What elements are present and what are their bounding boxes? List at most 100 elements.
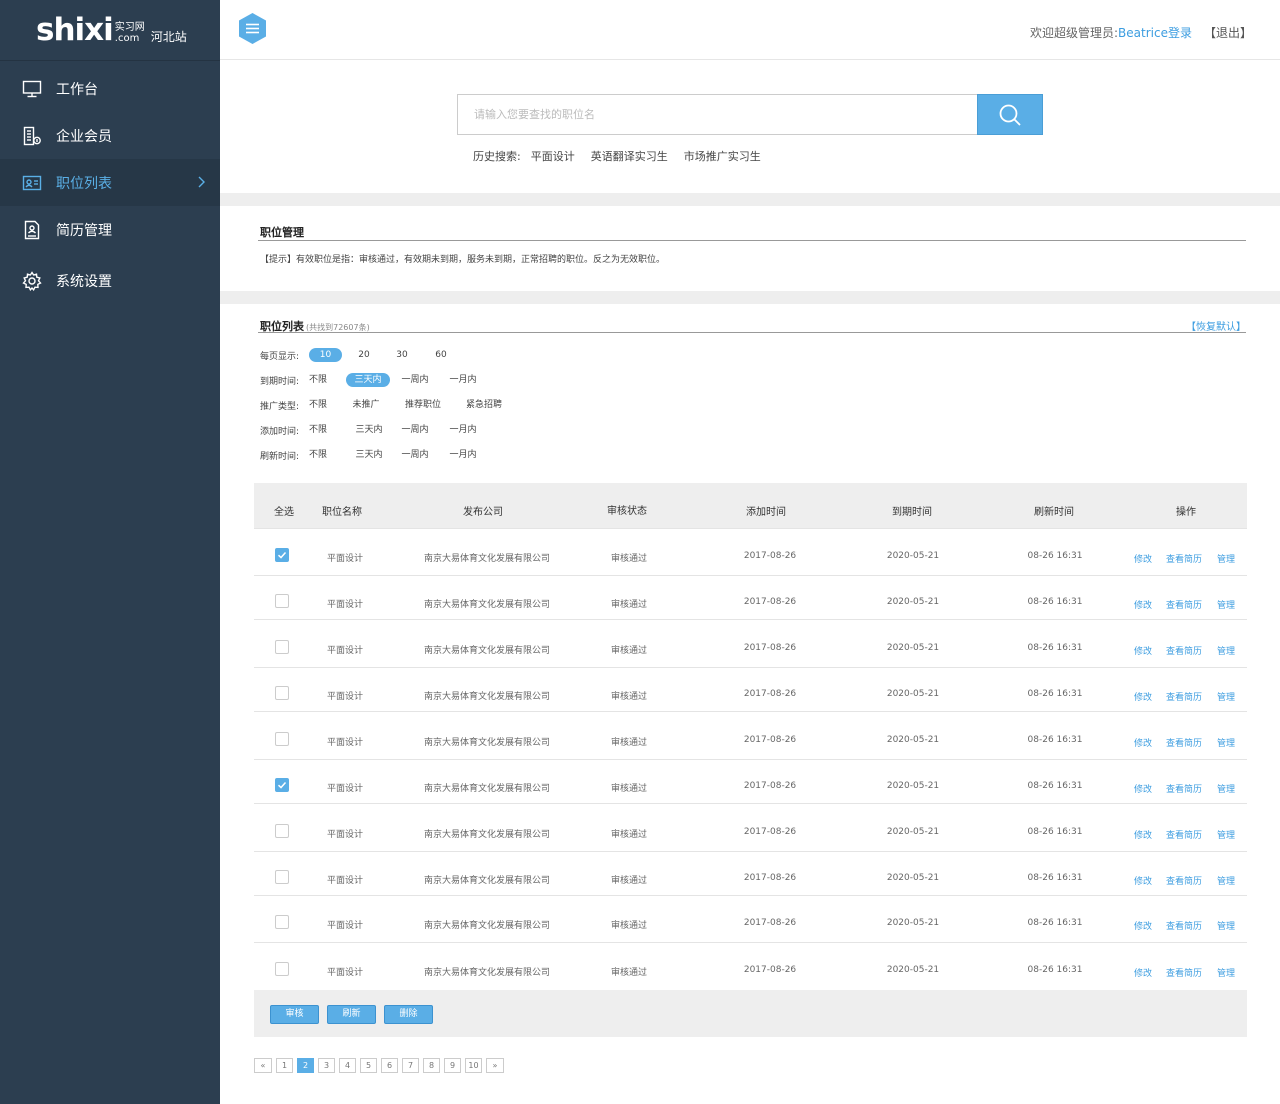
view-resume-link[interactable]: 查看简历: [1166, 598, 1202, 611]
row-checkbox[interactable]: [275, 594, 289, 608]
brand-logo[interactable]: shixi 实习网 .com 河北站: [0, 0, 220, 61]
page-button[interactable]: 10: [465, 1058, 482, 1073]
history-item[interactable]: 英语翻译实习生: [591, 148, 668, 164]
page-button[interactable]: 3: [318, 1058, 335, 1073]
next-page-button[interactable]: »: [486, 1058, 504, 1073]
row-checkbox[interactable]: [275, 732, 289, 746]
cell-added-time: 2017-08-26: [743, 597, 797, 607]
cell-refresh-time: 08-26 16:31: [1027, 873, 1083, 883]
view-resume-link[interactable]: 查看简历: [1166, 552, 1202, 565]
search-input[interactable]: [457, 94, 977, 135]
view-resume-link[interactable]: 查看简历: [1166, 736, 1202, 749]
manage-link[interactable]: 管理: [1217, 828, 1235, 841]
edit-link[interactable]: 修改: [1134, 644, 1152, 657]
edit-link[interactable]: 修改: [1134, 598, 1152, 611]
manage-link[interactable]: 管理: [1217, 919, 1235, 932]
user-name-link[interactable]: Beatrice登录: [1118, 26, 1192, 40]
row-checkbox[interactable]: [275, 686, 289, 700]
cell-expire-time: 2020-05-21: [886, 597, 940, 607]
edit-link[interactable]: 修改: [1134, 828, 1152, 841]
filter-option[interactable]: 三天内: [354, 423, 384, 437]
filter-option[interactable]: 一周内: [400, 423, 430, 437]
filter-option[interactable]: 一月内: [448, 423, 478, 437]
checkmark-icon: [277, 551, 287, 559]
filter-option[interactable]: 推荐职位: [403, 398, 443, 412]
page-button[interactable]: 8: [423, 1058, 440, 1073]
view-resume-link[interactable]: 查看简历: [1166, 874, 1202, 887]
row-checkbox[interactable]: [275, 824, 289, 838]
filter-option[interactable]: 未推广: [351, 398, 381, 412]
edit-link[interactable]: 修改: [1134, 690, 1152, 703]
page-button[interactable]: 6: [381, 1058, 398, 1073]
history-item[interactable]: 平面设计: [531, 148, 575, 164]
menu-toggle-button[interactable]: [236, 12, 269, 45]
filter-option-selected[interactable]: 10: [309, 348, 342, 362]
manage-link[interactable]: 管理: [1217, 598, 1235, 611]
view-resume-link[interactable]: 查看简历: [1166, 644, 1202, 657]
edit-link[interactable]: 修改: [1134, 552, 1152, 565]
row-checkbox[interactable]: [275, 962, 289, 976]
history-item[interactable]: 市场推广实习生: [684, 148, 761, 164]
page-button[interactable]: 5: [360, 1058, 377, 1073]
logout-link[interactable]: 【退出】: [1204, 26, 1252, 40]
select-all-checkbox-label[interactable]: 全选: [274, 503, 294, 518]
approve-button[interactable]: 审核: [270, 1005, 319, 1024]
filter-option[interactable]: 不限: [309, 448, 331, 462]
filter-option[interactable]: 不限: [309, 373, 331, 387]
refresh-button[interactable]: 刷新: [327, 1005, 376, 1024]
sidebar-item-workbench[interactable]: 工作台: [0, 65, 220, 112]
filter-option[interactable]: 一月内: [448, 373, 478, 387]
filter-option-selected[interactable]: 三天内: [346, 373, 390, 387]
manage-link[interactable]: 管理: [1217, 552, 1235, 565]
manage-link[interactable]: 管理: [1217, 966, 1235, 979]
sidebar-item-job-list[interactable]: 职位列表: [0, 159, 220, 206]
row-checkbox[interactable]: [275, 548, 289, 562]
view-resume-link[interactable]: 查看简历: [1166, 782, 1202, 795]
edit-link[interactable]: 修改: [1134, 736, 1152, 749]
filter-option[interactable]: 紧急招聘: [464, 398, 504, 412]
view-resume-link[interactable]: 查看简历: [1166, 966, 1202, 979]
sidebar-item-company-members[interactable]: 企业会员: [0, 112, 220, 159]
filter-option[interactable]: 三天内: [354, 448, 384, 462]
edit-link[interactable]: 修改: [1134, 782, 1152, 795]
edit-link[interactable]: 修改: [1134, 874, 1152, 887]
manage-link[interactable]: 管理: [1217, 782, 1235, 795]
row-checkbox[interactable]: [275, 640, 289, 654]
row-checkbox[interactable]: [275, 870, 289, 884]
search-button[interactable]: [977, 94, 1043, 135]
row-checkbox[interactable]: [275, 915, 289, 929]
edit-link[interactable]: 修改: [1134, 919, 1152, 932]
restore-default-link[interactable]: 【恢复默认】: [1186, 318, 1246, 333]
edit-link[interactable]: 修改: [1134, 966, 1152, 979]
filter-option[interactable]: 60: [431, 348, 451, 362]
sidebar-item-system-settings[interactable]: 系统设置: [0, 257, 220, 304]
manage-link[interactable]: 管理: [1217, 736, 1235, 749]
view-resume-link[interactable]: 查看简历: [1166, 919, 1202, 932]
prev-page-button[interactable]: «: [254, 1058, 272, 1073]
view-resume-link[interactable]: 查看简历: [1166, 690, 1202, 703]
manage-title-underline: [258, 240, 1246, 241]
row-checkbox[interactable]: [275, 778, 289, 792]
page-button[interactable]: 9: [444, 1058, 461, 1073]
page-button[interactable]: 4: [339, 1058, 356, 1073]
filter-option[interactable]: 不限: [309, 398, 331, 412]
delete-button[interactable]: 删除: [384, 1005, 433, 1024]
cell-refresh-time: 08-26 16:31: [1027, 965, 1083, 975]
column-header-name: 职位名称: [322, 507, 362, 518]
page-button[interactable]: 7: [402, 1058, 419, 1073]
filter-option[interactable]: 30: [392, 348, 412, 362]
filter-option[interactable]: 一周内: [400, 373, 430, 387]
sidebar-item-resume-management[interactable]: 简历管理: [0, 206, 220, 253]
filter-added-time: 添加时间: 不限 三天内 一周内 一月内: [260, 423, 478, 437]
manage-link[interactable]: 管理: [1217, 690, 1235, 703]
page-button[interactable]: 1: [276, 1058, 293, 1073]
page-button-current[interactable]: 2: [297, 1058, 314, 1073]
filter-option[interactable]: 一周内: [400, 448, 430, 462]
filter-option[interactable]: 不限: [309, 423, 331, 437]
filter-option[interactable]: 一月内: [448, 448, 478, 462]
view-resume-link[interactable]: 查看简历: [1166, 828, 1202, 841]
manage-link[interactable]: 管理: [1217, 644, 1235, 657]
list-title-underline: [258, 332, 1246, 333]
manage-link[interactable]: 管理: [1217, 874, 1235, 887]
filter-option[interactable]: 20: [354, 348, 374, 362]
